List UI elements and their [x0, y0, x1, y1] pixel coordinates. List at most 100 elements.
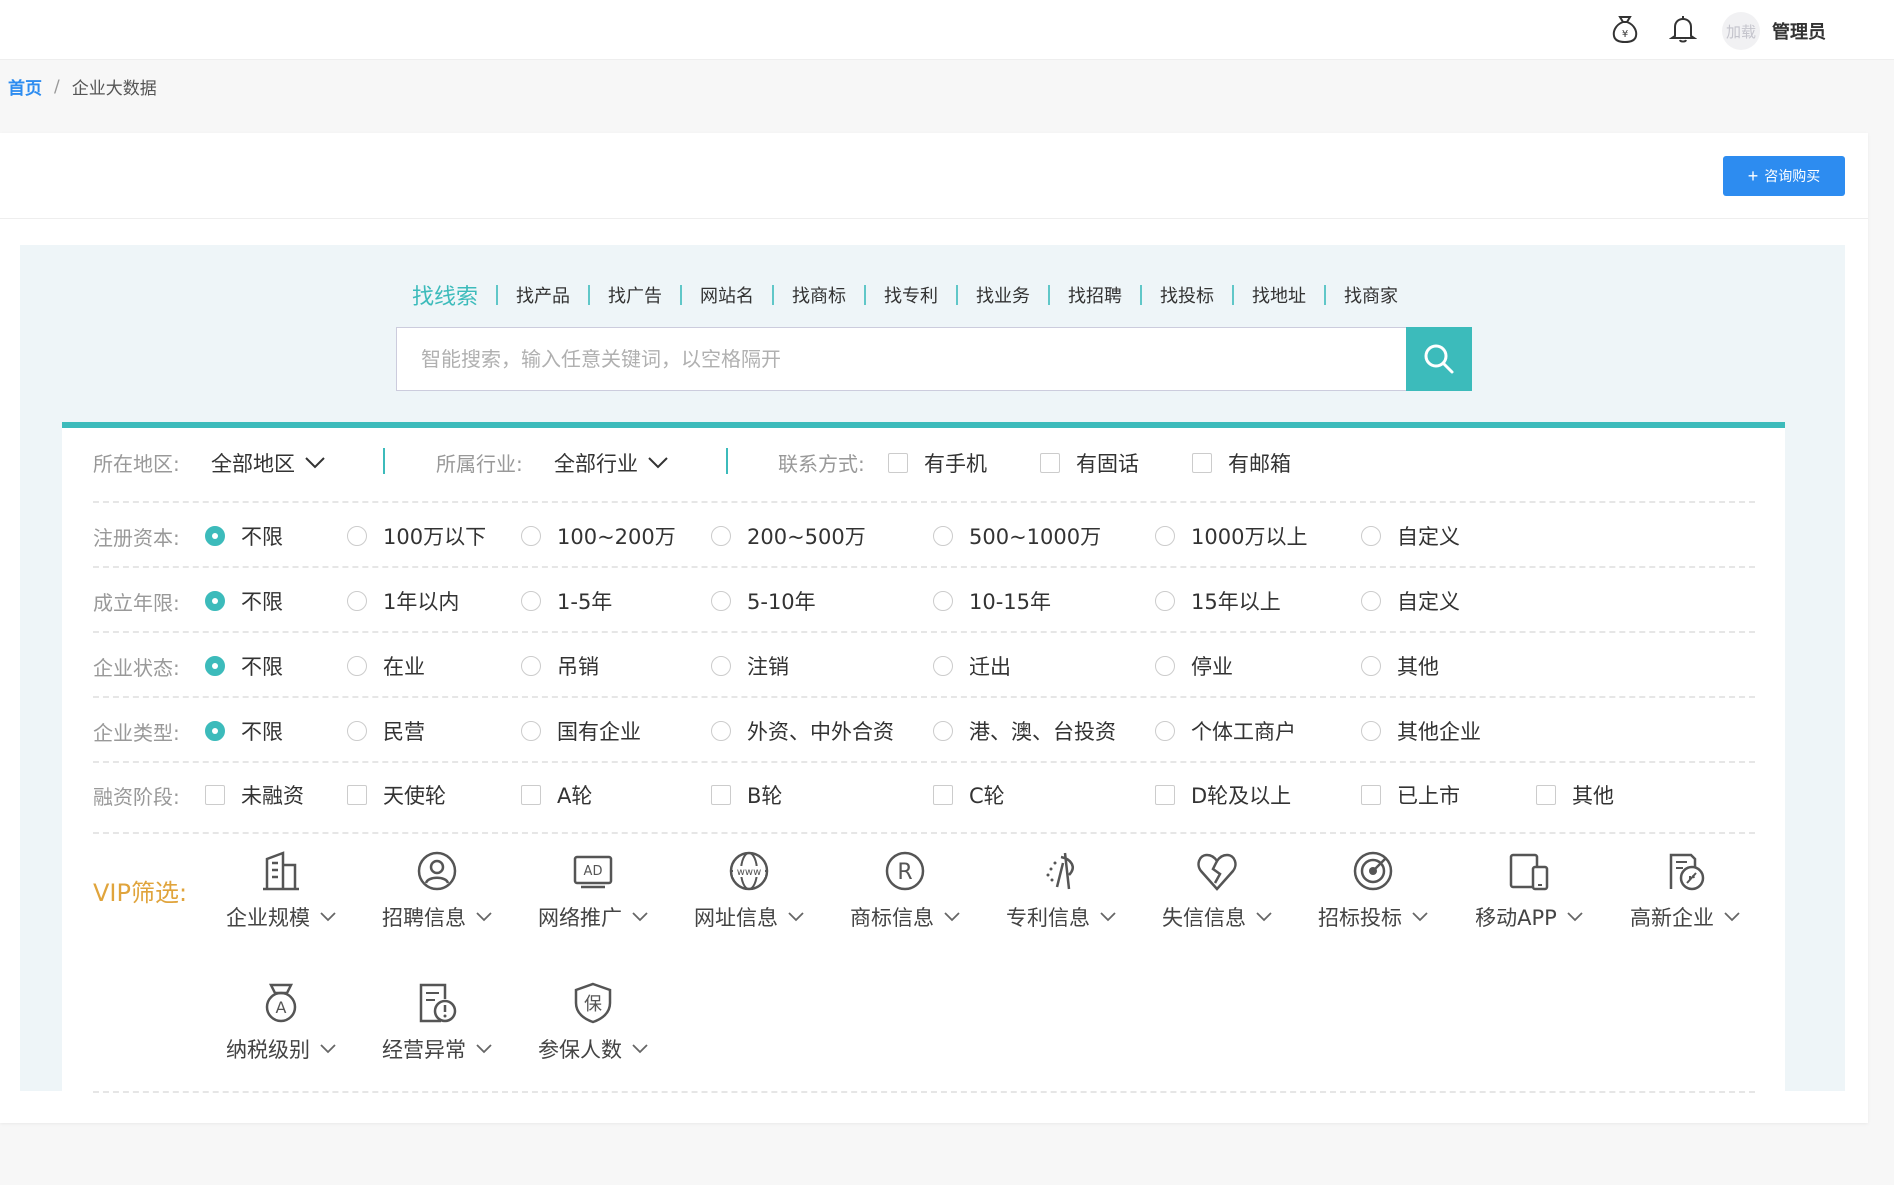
- funding-option[interactable]: C轮: [933, 780, 1005, 810]
- type-option[interactable]: 外资、中外合资: [711, 716, 894, 746]
- capital-option[interactable]: 不限: [205, 521, 283, 551]
- radio[interactable]: [347, 526, 367, 546]
- radio[interactable]: [711, 656, 731, 676]
- tab-ads[interactable]: 找广告: [588, 282, 681, 308]
- radio[interactable]: [1155, 656, 1175, 676]
- vip-insured-count[interactable]: 保 参保人数: [528, 978, 658, 1064]
- checkbox[interactable]: [1536, 785, 1556, 805]
- status-option[interactable]: 其他: [1361, 651, 1439, 681]
- tab-leads[interactable]: 找线索: [412, 279, 497, 311]
- vip-operation-abnormal[interactable]: 经营异常: [372, 978, 502, 1064]
- checkbox[interactable]: [521, 785, 541, 805]
- vip-recruit-info[interactable]: 招聘信息: [372, 846, 502, 932]
- tab-address[interactable]: 找地址: [1232, 282, 1325, 308]
- years-option[interactable]: 不限: [205, 586, 283, 616]
- checkbox[interactable]: [205, 785, 225, 805]
- funding-option[interactable]: A轮: [521, 780, 592, 810]
- radio[interactable]: [711, 591, 731, 611]
- radio[interactable]: [205, 656, 225, 676]
- years-option[interactable]: 15年以上: [1155, 586, 1281, 616]
- radio[interactable]: [1361, 526, 1381, 546]
- status-option[interactable]: 迁出: [933, 651, 1011, 681]
- industry-dropdown[interactable]: 全部行业: [554, 448, 668, 478]
- radio[interactable]: [521, 526, 541, 546]
- capital-option[interactable]: 500~1000万: [933, 521, 1101, 551]
- funding-option[interactable]: 已上市: [1361, 780, 1460, 810]
- tab-website[interactable]: 网站名: [680, 282, 773, 308]
- type-option[interactable]: 国有企业: [521, 716, 641, 746]
- capital-option[interactable]: 200~500万: [711, 521, 866, 551]
- search-button[interactable]: [1406, 327, 1472, 391]
- status-option[interactable]: 注销: [711, 651, 789, 681]
- radio[interactable]: [711, 721, 731, 741]
- funding-option[interactable]: 其他: [1536, 780, 1614, 810]
- years-option[interactable]: 10-15年: [933, 586, 1051, 616]
- status-option[interactable]: 停业: [1155, 651, 1233, 681]
- breadcrumb-home[interactable]: 首页: [8, 74, 42, 99]
- checkbox[interactable]: [888, 453, 908, 473]
- radio[interactable]: [933, 591, 953, 611]
- capital-option[interactable]: 100万以下: [347, 521, 486, 551]
- vip-website-info[interactable]: www 网址信息: [684, 846, 814, 932]
- radio[interactable]: [1155, 591, 1175, 611]
- radio[interactable]: [1361, 721, 1381, 741]
- type-option[interactable]: 不限: [205, 716, 283, 746]
- radio[interactable]: [205, 526, 225, 546]
- type-option[interactable]: 个体工商户: [1155, 716, 1296, 746]
- radio[interactable]: [933, 526, 953, 546]
- radio[interactable]: [1155, 526, 1175, 546]
- status-option[interactable]: 在业: [347, 651, 425, 681]
- radio[interactable]: [205, 721, 225, 741]
- checkbox[interactable]: [1192, 453, 1212, 473]
- search-input[interactable]: [396, 327, 1406, 391]
- vip-dishonest-info[interactable]: 失信信息: [1152, 846, 1282, 932]
- years-option[interactable]: 1-5年: [521, 586, 612, 616]
- checkbox[interactable]: [933, 785, 953, 805]
- tab-trademark[interactable]: 找商标: [772, 282, 865, 308]
- region-dropdown[interactable]: 全部地区: [211, 448, 325, 478]
- vip-online-promotion[interactable]: AD 网络推广: [528, 846, 658, 932]
- vip-hightech-enterprise[interactable]: 高新企业: [1620, 846, 1750, 932]
- avatar[interactable]: 加载: [1722, 12, 1760, 50]
- tab-bidding[interactable]: 找投标: [1140, 282, 1233, 308]
- status-option[interactable]: 不限: [205, 651, 283, 681]
- tab-recruit[interactable]: 找招聘: [1048, 282, 1141, 308]
- tab-business[interactable]: 找业务: [956, 282, 1049, 308]
- consult-buy-button[interactable]: + 咨询购买: [1723, 156, 1845, 196]
- radio[interactable]: [711, 526, 731, 546]
- radio[interactable]: [205, 591, 225, 611]
- funding-option[interactable]: 未融资: [205, 780, 304, 810]
- checkbox[interactable]: [347, 785, 367, 805]
- funding-option[interactable]: 天使轮: [347, 780, 446, 810]
- bell-icon[interactable]: [1666, 12, 1700, 46]
- vip-patent-info[interactable]: 专利信息: [996, 846, 1126, 932]
- radio[interactable]: [1361, 591, 1381, 611]
- capital-option[interactable]: 自定义: [1361, 521, 1460, 551]
- contact-phone-option[interactable]: 有固话: [1040, 448, 1139, 478]
- radio[interactable]: [347, 591, 367, 611]
- type-option[interactable]: 港、澳、台投资: [933, 716, 1116, 746]
- vip-bidding[interactable]: 招标投标: [1308, 846, 1438, 932]
- user-name[interactable]: 管理员: [1772, 18, 1826, 44]
- radio[interactable]: [521, 591, 541, 611]
- tab-patent[interactable]: 找专利: [864, 282, 957, 308]
- vip-trademark-info[interactable]: R 商标信息: [840, 846, 970, 932]
- radio[interactable]: [347, 721, 367, 741]
- checkbox[interactable]: [1155, 785, 1175, 805]
- status-option[interactable]: 吊销: [521, 651, 599, 681]
- money-bag-icon[interactable]: ¥: [1608, 12, 1642, 46]
- checkbox[interactable]: [1361, 785, 1381, 805]
- vip-mobile-app[interactable]: 移动APP: [1464, 846, 1594, 932]
- vip-enterprise-scale[interactable]: 企业规模: [216, 846, 346, 932]
- radio[interactable]: [347, 656, 367, 676]
- radio[interactable]: [1155, 721, 1175, 741]
- capital-option[interactable]: 1000万以上: [1155, 521, 1307, 551]
- funding-option[interactable]: D轮及以上: [1155, 780, 1291, 810]
- tab-products[interactable]: 找产品: [496, 282, 589, 308]
- years-option[interactable]: 1年以内: [347, 586, 459, 616]
- contact-email-option[interactable]: 有邮箱: [1192, 448, 1291, 478]
- type-option[interactable]: 其他企业: [1361, 716, 1481, 746]
- radio[interactable]: [933, 721, 953, 741]
- capital-option[interactable]: 100~200万: [521, 521, 676, 551]
- type-option[interactable]: 民营: [347, 716, 425, 746]
